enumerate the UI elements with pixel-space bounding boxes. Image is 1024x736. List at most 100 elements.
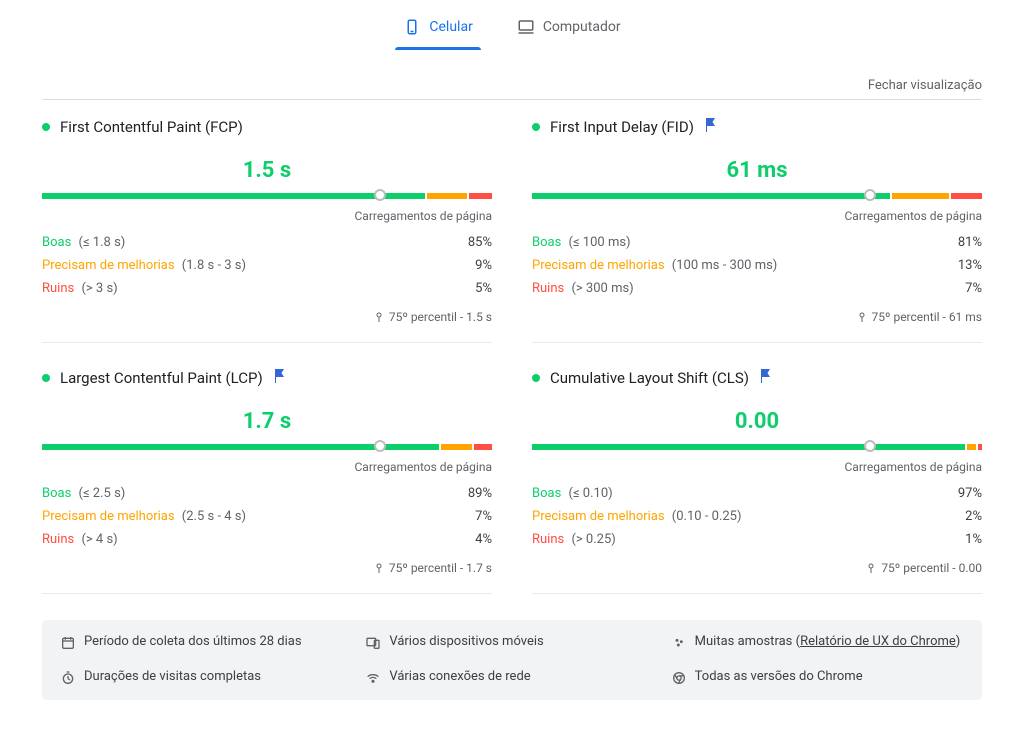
distribution-bar — [42, 444, 492, 450]
percentile-note: 75º percentil - 1.5 s — [42, 310, 492, 324]
footer-devices-text: Vários dispositivos móveis — [389, 634, 543, 649]
dist-label: Precisam de melhorias — [42, 509, 175, 524]
device-tabs: Celular Computador — [12, 0, 1012, 48]
status-dot-icon — [42, 374, 50, 382]
tab-desktop-label: Computador — [543, 19, 621, 35]
crux-report-link[interactable]: Relatório de UX do Chrome — [800, 634, 956, 649]
metric-value: 61 ms — [532, 158, 982, 183]
calendar-icon — [60, 635, 76, 651]
dist-row: Boas (≤ 1.8 s)85% — [42, 231, 492, 254]
tab-desktop[interactable]: Computador — [513, 10, 625, 48]
dist-label: Boas — [532, 235, 561, 250]
dist-label: Ruins — [532, 281, 564, 296]
dist-row: Precisam de melhorias (1.8 s - 3 s) 9% — [42, 254, 492, 277]
metric-title: First Input Delay (FID) — [550, 118, 694, 136]
dist-range: (> 0.25) — [568, 532, 616, 547]
dist-label: Ruins — [532, 532, 564, 547]
footer-devices: Vários dispositivos móveis — [365, 634, 658, 651]
tab-mobile-label: Celular — [429, 19, 472, 35]
divider — [42, 99, 982, 100]
metric-value: 0.00 — [532, 409, 982, 434]
dist-row: Boas (≤ 100 ms) 81% — [532, 231, 982, 254]
core-web-vital-flag-icon — [761, 369, 773, 387]
percentile-note: 75º percentil - 1.7 s — [42, 561, 492, 575]
percentile-marker — [374, 440, 386, 452]
percentile-note: 75º percentil - 61 ms — [532, 310, 982, 324]
tab-mobile[interactable]: Celular — [399, 10, 476, 48]
metric-title: Largest Contentful Paint (LCP) — [60, 369, 263, 387]
dist-range: (≤ 100 ms) — [565, 235, 630, 250]
footer-versions: Todas as versões do Chrome — [671, 669, 964, 686]
dist-label: Precisam de melhorias — [532, 258, 665, 273]
metric-lcp: Largest Contentful Paint (LCP) 1.7 s Carre… — [42, 369, 492, 594]
dist-label: Boas — [42, 235, 71, 250]
dist-percent: 89% — [468, 486, 492, 501]
page-loads-label: Carregamentos de página — [532, 460, 982, 474]
dist-label: Ruins — [42, 532, 74, 547]
metric-value: 1.5 s — [42, 158, 492, 183]
footer-versions-text: Todas as versões do Chrome — [695, 669, 863, 684]
dist-row: Boas (≤ 0.10)97% — [532, 482, 982, 505]
dist-row: Ruins (> 0.25) 1% — [532, 528, 982, 551]
dist-range: (≤ 2.5 s) — [75, 486, 125, 501]
page-loads-label: Carregamentos de página — [42, 460, 492, 474]
dist-percent: 7% — [965, 281, 982, 296]
page-loads-label: Carregamentos de página — [42, 209, 492, 223]
footer-visits: Durações de visitas completas — [60, 669, 353, 686]
dist-row: Ruins (> 4 s) 4% — [42, 528, 492, 551]
dist-percent: 2% — [965, 509, 982, 524]
close-visualization-link[interactable]: Fechar visualização — [868, 78, 982, 93]
dist-label: Precisam de melhorias — [42, 258, 175, 273]
dist-percent: 81% — [958, 235, 982, 250]
dist-range: (0.10 - 0.25) — [669, 509, 742, 524]
devices-icon — [365, 635, 381, 651]
metric-title: First Contentful Paint (FCP) — [60, 118, 243, 136]
dist-label: Precisam de melhorias — [532, 509, 665, 524]
dist-row: Ruins (> 300 ms)7% — [532, 277, 982, 300]
page-loads-label: Carregamentos de página — [532, 209, 982, 223]
percentile-marker — [864, 189, 876, 201]
desktop-icon — [517, 18, 535, 36]
dist-label: Boas — [532, 486, 561, 501]
clock-icon — [60, 670, 76, 686]
footer-visits-text: Durações de visitas completas — [84, 669, 261, 684]
metric-value: 1.7 s — [42, 409, 492, 434]
percentile-note: 75º percentil - 0.00 — [532, 561, 982, 575]
dist-range: (1.8 s - 3 s) — [179, 258, 246, 273]
footer-samples-text: Muitas amostras (Relatório de UX do Chro… — [695, 634, 961, 649]
footer-info: Período de coleta dos últimos 28 dias Vá… — [42, 620, 982, 700]
percentile-marker-icon — [373, 311, 385, 323]
dist-label: Boas — [42, 486, 71, 501]
core-web-vital-flag-icon — [275, 369, 287, 387]
dist-percent: 4% — [475, 532, 492, 547]
footer-network-text: Várias conexões de rede — [389, 669, 530, 684]
percentile-marker — [374, 189, 386, 201]
dist-percent: 9% — [475, 258, 492, 273]
dist-percent: 85% — [468, 235, 492, 250]
footer-period: Período de coleta dos últimos 28 dias — [60, 634, 353, 651]
dist-label: Ruins — [42, 281, 74, 296]
dist-range: (100 ms - 300 ms) — [669, 258, 778, 273]
distribution-bar — [532, 193, 982, 199]
distribution-bar — [42, 193, 492, 199]
distribution-bar — [532, 444, 982, 450]
mobile-icon — [403, 18, 421, 36]
dist-row: Precisam de melhorias (0.10 - 0.25) 2% — [532, 505, 982, 528]
dist-row: Ruins (> 3 s) 5% — [42, 277, 492, 300]
dist-range: (> 4 s) — [78, 532, 117, 547]
percentile-marker — [864, 440, 876, 452]
dist-row: Precisam de melhorias (100 ms - 300 ms)1… — [532, 254, 982, 277]
metric-fid: First Input Delay (FID) 61 ms Carregamento… — [532, 118, 982, 343]
dist-percent: 1% — [965, 532, 982, 547]
dist-row: Boas (≤ 2.5 s) 89% — [42, 482, 492, 505]
footer-samples: Muitas amostras (Relatório de UX do Chro… — [671, 634, 964, 651]
percentile-marker-icon — [856, 311, 868, 323]
metric-title: Cumulative Layout Shift (CLS) — [550, 369, 749, 387]
percentile-marker-icon — [373, 562, 385, 574]
dist-percent: 5% — [475, 281, 492, 296]
dist-range: (> 3 s) — [78, 281, 117, 296]
footer-period-text: Período de coleta dos últimos 28 dias — [84, 634, 302, 649]
status-dot-icon — [532, 123, 540, 131]
status-dot-icon — [532, 374, 540, 382]
dist-range: (2.5 s - 4 s) — [179, 509, 246, 524]
